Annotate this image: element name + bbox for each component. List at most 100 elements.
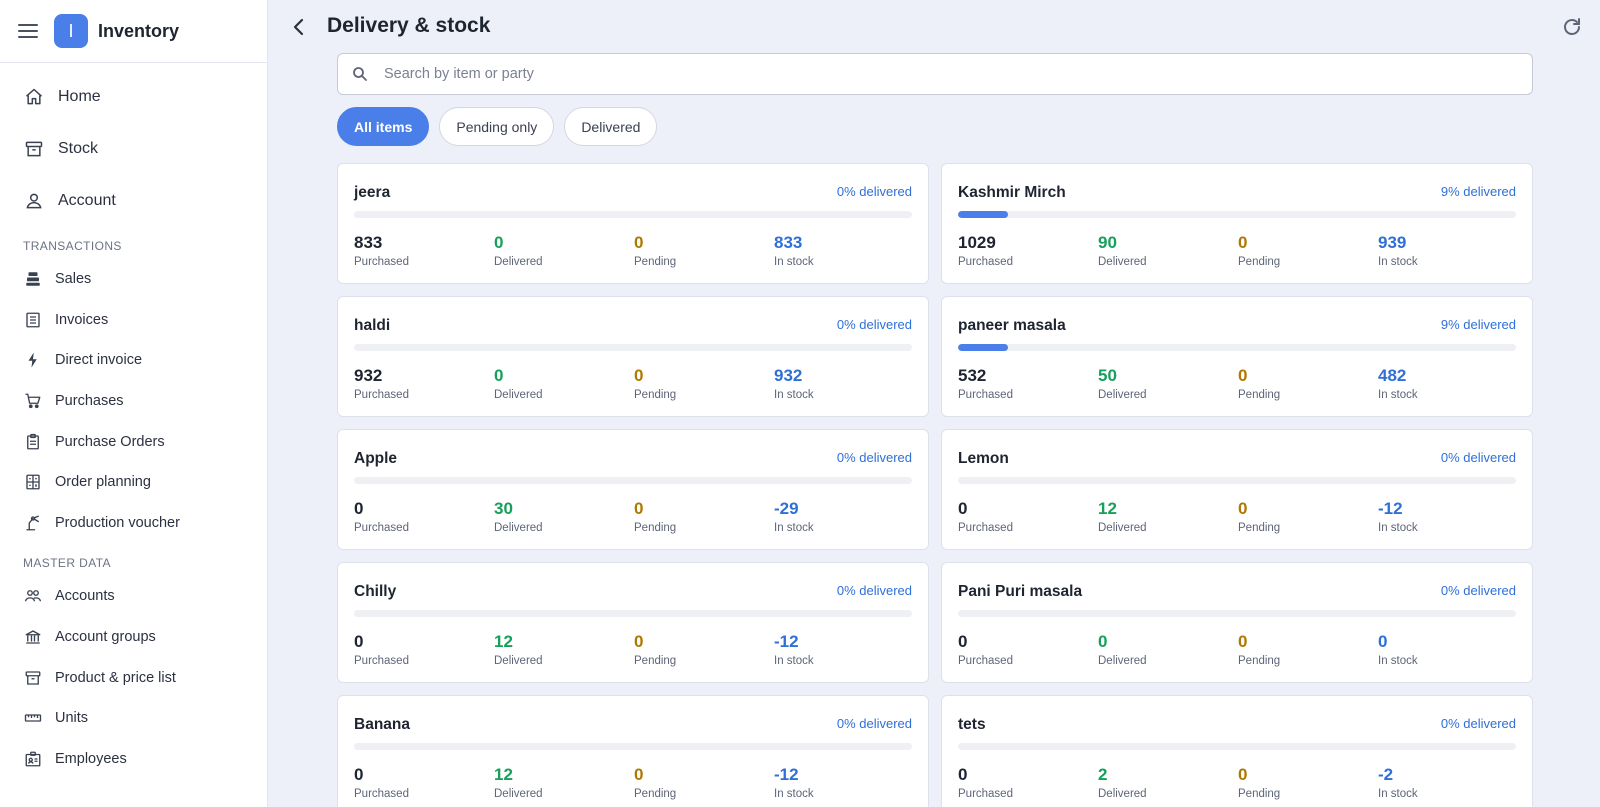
item-card[interactable]: haldi 0% delivered 932 Purchased 0 Deliv…	[337, 296, 929, 417]
app-logo: I	[54, 14, 88, 48]
delivered-value: 90	[1098, 233, 1117, 252]
filter-delivered[interactable]: Delivered	[564, 107, 658, 146]
sidebar-item-employees[interactable]: Employees	[0, 739, 267, 780]
in-stock-caption: In stock	[774, 655, 814, 667]
sidebar-item-order-planning[interactable]: Order planning	[0, 462, 267, 503]
sidebar-item-home[interactable]: Home	[0, 71, 267, 123]
transactions-nav: Sales Invoices Direct invoice Purchases …	[0, 259, 267, 543]
item-card[interactable]: jeera 0% delivered 833 Purchased 0 Deliv…	[337, 163, 929, 284]
ruler-icon	[24, 709, 42, 727]
item-card[interactable]: Lemon 0% delivered 0 Purchased 12 Delive…	[941, 429, 1533, 550]
item-card[interactable]: paneer masala 9% delivered 532 Purchased…	[941, 296, 1533, 417]
sidebar-item-units[interactable]: Units	[0, 698, 267, 739]
search-input[interactable]	[384, 66, 1484, 82]
sidebar-item-label: Invoices	[55, 311, 109, 328]
purchased-caption: Purchased	[354, 522, 409, 534]
pending-caption: Pending	[1238, 389, 1281, 401]
sidebar-item-label: Stock	[58, 140, 99, 157]
delivery-progress-fill	[958, 211, 1009, 218]
item-card[interactable]: Pani Puri masala 0% delivered 0 Purchase…	[941, 562, 1533, 683]
item-name: haldi	[354, 317, 391, 334]
sidebar-item-label: Accounts	[55, 588, 115, 605]
item-card[interactable]: Apple 0% delivered 0 Purchased 30 Delive…	[337, 429, 929, 550]
pending-value: 0	[634, 233, 644, 252]
bank-icon	[24, 628, 42, 646]
item-name: tets	[958, 716, 986, 733]
purchased-caption: Purchased	[354, 389, 409, 401]
home-icon	[24, 87, 44, 107]
item-name: paneer masala	[958, 317, 1066, 334]
sidebar-item-product-price-list[interactable]: Product & price list	[0, 657, 267, 698]
stat-in-stock: 833 In stock	[774, 233, 914, 268]
delivered-percent: 0% delivered	[836, 716, 912, 731]
delivery-progress-bar	[354, 610, 912, 617]
pending-value: 0	[1238, 632, 1248, 651]
item-card[interactable]: Banana 0% delivered 0 Purchased 12 Deliv…	[337, 695, 929, 807]
sidebar-item-label: Units	[55, 710, 89, 727]
item-card-grid: jeera 0% delivered 833 Purchased 0 Deliv…	[337, 163, 1533, 807]
sidebar-item-purchase-orders[interactable]: Purchase Orders	[0, 421, 267, 462]
stat-purchased: 932 Purchased	[354, 366, 494, 401]
in-stock-value: 833	[774, 233, 803, 252]
archive-icon	[24, 139, 44, 159]
stat-delivered: 30 Delivered	[494, 499, 634, 534]
stat-delivered: 12 Delivered	[1098, 499, 1238, 534]
item-name: Pani Puri masala	[958, 583, 1083, 600]
item-card[interactable]: tets 0% delivered 0 Purchased 2 Delivere…	[941, 695, 1533, 807]
sidebar-item-stock[interactable]: Stock	[0, 123, 267, 175]
refresh-button[interactable]	[1560, 15, 1584, 39]
in-stock-value: 939	[1378, 233, 1407, 252]
pending-value: 0	[634, 499, 644, 518]
sidebar-item-account[interactable]: Account	[0, 175, 267, 227]
in-stock-caption: In stock	[1378, 655, 1418, 667]
users-icon	[24, 587, 42, 605]
stat-pending: 0 Pending	[1238, 765, 1378, 800]
sidebar-item-label: Product & price list	[55, 669, 176, 686]
delivered-value: 2	[1098, 765, 1108, 784]
purchased-value: 0	[958, 499, 968, 518]
delivered-percent: 0% delivered	[1440, 450, 1516, 465]
stat-pending: 0 Pending	[1238, 366, 1378, 401]
clipboard-icon	[24, 433, 42, 451]
stat-delivered: 0 Delivered	[494, 233, 634, 268]
filter-all-items[interactable]: All items	[337, 107, 430, 146]
sidebar-item-invoices[interactable]: Invoices	[0, 300, 267, 341]
item-name: jeera	[354, 184, 391, 201]
delivered-percent: 0% delivered	[836, 583, 912, 598]
in-stock-caption: In stock	[774, 788, 814, 800]
pending-value: 0	[1238, 499, 1248, 518]
pending-value: 0	[634, 765, 644, 784]
chevron-left-icon	[293, 18, 304, 36]
delivery-progress-bar	[354, 477, 912, 484]
sidebar-item-purchases[interactable]: Purchases	[0, 381, 267, 422]
filter-pending-only[interactable]: Pending only	[439, 107, 555, 146]
calculator-icon	[24, 473, 42, 491]
delivered-percent: 0% delivered	[836, 450, 912, 465]
stat-in-stock: -12 In stock	[1378, 499, 1518, 534]
in-stock-value: -12	[774, 632, 799, 651]
sidebar-item-sales[interactable]: Sales	[0, 259, 267, 300]
delivered-caption: Delivered	[494, 522, 543, 534]
purchased-value: 0	[354, 499, 364, 518]
item-card[interactable]: Kashmir Mirch 9% delivered 1029 Purchase…	[941, 163, 1533, 284]
sidebar-item-account-groups[interactable]: Account groups	[0, 617, 267, 658]
app-title: Inventory	[98, 20, 180, 41]
sidebar-item-production-voucher[interactable]: Production voucher	[0, 503, 267, 544]
delivered-caption: Delivered	[1098, 655, 1147, 667]
item-card[interactable]: Chilly 0% delivered 0 Purchased 12 Deliv…	[337, 562, 929, 683]
sidebar-item-accounts[interactable]: Accounts	[0, 576, 267, 617]
back-button[interactable]	[288, 14, 310, 40]
purchased-value: 1029	[958, 233, 996, 252]
purchased-caption: Purchased	[958, 788, 1013, 800]
in-stock-value: -12	[1378, 499, 1403, 518]
delivered-value: 0	[494, 233, 504, 252]
purchased-value: 0	[354, 765, 364, 784]
sidebar-item-direct-invoice[interactable]: Direct invoice	[0, 340, 267, 381]
stat-pending: 0 Pending	[634, 632, 774, 667]
item-stats: 0 Purchased 12 Delivered 0 Pending -12 I…	[958, 499, 1516, 534]
main-nav: Home Stock Account	[0, 63, 267, 227]
master-data-nav: Accounts Account groups Product & price …	[0, 576, 267, 779]
refresh-icon	[1564, 18, 1580, 35]
menu-icon[interactable]	[18, 24, 38, 38]
stat-in-stock: 0 In stock	[1378, 632, 1518, 667]
